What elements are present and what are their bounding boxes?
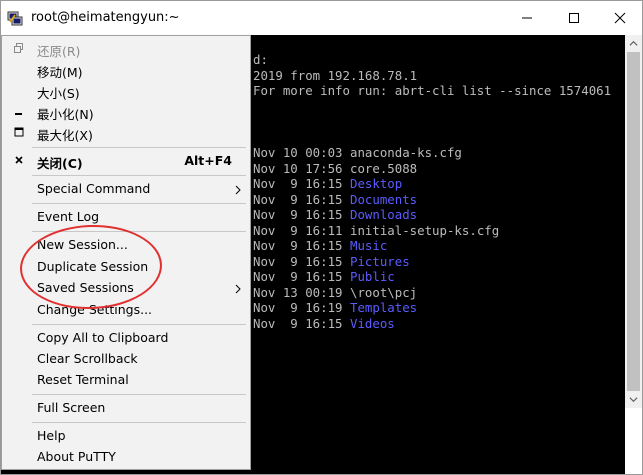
scroll-thumb[interactable] — [627, 52, 640, 391]
menu-item-label: 最小化(N) — [37, 107, 94, 122]
ls-row: Nov 9 16:19 Templates — [253, 300, 417, 315]
menu-item-close[interactable]: 关闭(C) Alt+F4 — [2, 150, 250, 171]
menu-item-full-screen[interactable]: Full Screen — [2, 397, 250, 418]
ls-directory-name: Public — [350, 269, 395, 284]
ls-row: Nov 9 16:15 Downloads — [253, 207, 417, 222]
ls-date: Nov 9 16:15 — [253, 191, 343, 207]
ls-row: Nov 9 16:15 Documents — [253, 192, 417, 207]
close-x-icon — [13, 154, 25, 166]
menu-separator — [32, 324, 246, 325]
restore-icon — [13, 42, 25, 54]
scroll-down-arrow-icon[interactable] — [625, 391, 642, 408]
ls-date: Nov 9 16:19 — [253, 300, 343, 315]
menu-item-size[interactable]: 大小(S) — [2, 80, 250, 101]
maximize-icon — [569, 13, 579, 23]
ls-file-name: \root\pcj — [350, 284, 418, 300]
ls-date: Nov 9 16:15 — [253, 315, 343, 331]
ls-file-name: core.5088 — [350, 160, 418, 176]
scroll-up-arrow-icon[interactable] — [625, 35, 642, 52]
menu-item-label: 大小(S) — [37, 86, 80, 101]
ls-date: Nov 9 16:15 — [253, 269, 343, 284]
menu-item-copy-all[interactable]: Copy All to Clipboard — [2, 327, 250, 348]
ls-row: Nov 9 16:15 Pictures — [253, 254, 410, 269]
menu-item-label: 关闭(C) — [37, 156, 83, 171]
putty-app-icon[interactable] — [7, 10, 23, 26]
ls-directory-name: Videos — [350, 315, 395, 331]
ls-directory-name: Desktop — [350, 176, 403, 191]
menu-separator — [32, 175, 246, 176]
menu-separator — [32, 147, 246, 148]
ls-row: Nov 10 00:03 anaconda-ks.cfg — [253, 145, 462, 160]
ls-file-name: initial-setup-ks.cfg — [350, 222, 500, 238]
terminal-line: For more info run: abrt-cli list --since… — [253, 83, 612, 98]
terminal-line: 2019 from 192.168.78.1 — [253, 68, 418, 83]
ls-directory-name: Music — [350, 238, 388, 253]
terminal-line: d: — [253, 52, 268, 67]
vertical-scrollbar[interactable] — [625, 35, 642, 408]
shortcut-label: Alt+F4 — [184, 153, 232, 168]
menu-item-label: Full Screen — [37, 400, 106, 415]
title-bar[interactable]: root@heimatengyun:~ — [1, 1, 642, 35]
menu-item-clear-scrollback[interactable]: Clear Scrollback — [2, 348, 250, 369]
close-icon — [614, 12, 626, 24]
menu-separator — [32, 394, 246, 395]
ls-file-name: anaconda-ks.cfg — [350, 145, 462, 160]
menu-item-move[interactable]: 移动(M) — [2, 59, 250, 80]
submenu-arrow-icon — [235, 183, 241, 195]
ls-row: Nov 9 16:11 initial-setup-ks.cfg — [253, 223, 499, 238]
menu-item-label: Special Command — [37, 181, 151, 196]
ls-date: Nov 13 00:19 — [253, 284, 343, 300]
menu-item-label: Event Log — [37, 209, 100, 224]
ls-directory-name: Downloads — [350, 207, 418, 222]
ls-row: Nov 9 16:15 Videos — [253, 316, 395, 331]
menu-separator — [32, 422, 246, 423]
maximize-button[interactable] — [551, 1, 597, 35]
submenu-arrow-icon — [235, 282, 241, 294]
menu-item-label: Copy All to Clipboard — [37, 330, 169, 345]
ls-row: Nov 9 16:15 Desktop — [253, 176, 402, 191]
menu-item-event-log[interactable]: Event Log — [2, 206, 250, 227]
ls-row: Nov 9 16:15 Public — [253, 269, 395, 284]
menu-item-reset-terminal[interactable]: Reset Terminal — [2, 369, 250, 390]
ls-date: Nov 9 16:15 — [253, 207, 343, 222]
ls-row: Nov 10 17:56 core.5088 — [253, 161, 417, 176]
ls-date: Nov 9 16:15 — [253, 253, 343, 269]
menu-item-about[interactable]: About PuTTY — [2, 446, 250, 467]
menu-item-label: 最大化(X) — [37, 128, 93, 143]
minimize-icon — [13, 105, 25, 117]
menu-item-label: Clear Scrollback — [37, 351, 138, 366]
window-title: root@heimatengyun:~ — [31, 10, 180, 25]
ls-row: Nov 13 00:19 \root\pcj — [253, 285, 417, 300]
maximize-icon — [13, 126, 25, 138]
putty-window: root@heimatengyun:~ d: 2019 from 192.168… — [0, 0, 643, 475]
ls-date: Nov 9 16:15 — [253, 238, 343, 253]
menu-item-special-command[interactable]: Special Command — [2, 178, 250, 199]
ls-directory-name: Documents — [350, 191, 418, 207]
close-button[interactable] — [597, 1, 643, 35]
menu-item-minimize[interactable]: 最小化(N) — [2, 101, 250, 122]
menu-item-label: 移动(M) — [37, 65, 83, 80]
minimize-icon — [522, 17, 532, 19]
menu-item-maximize[interactable]: 最大化(X) — [2, 122, 250, 143]
menu-item-label: Help — [37, 428, 66, 443]
minimize-button[interactable] — [504, 1, 550, 35]
ls-directory-name: Pictures — [350, 253, 410, 269]
menu-separator — [32, 203, 246, 204]
ls-date: Nov 9 16:15 — [253, 176, 343, 191]
ls-date: Nov 10 17:56 — [253, 160, 343, 176]
menu-item-help[interactable]: Help — [2, 425, 250, 446]
menu-item-restore[interactable]: 还原(R) — [2, 38, 250, 59]
menu-item-label: Reset Terminal — [37, 372, 129, 387]
ls-date: Nov 9 16:11 — [253, 222, 343, 238]
ls-row: Nov 9 16:15 Music — [253, 238, 387, 253]
ls-directory-name: Templates — [350, 300, 418, 315]
menu-item-label: 还原(R) — [37, 44, 81, 59]
ls-date: Nov 10 00:03 — [253, 145, 343, 160]
menu-item-label: About PuTTY — [37, 449, 116, 464]
scrollbar-corner — [625, 408, 642, 474]
